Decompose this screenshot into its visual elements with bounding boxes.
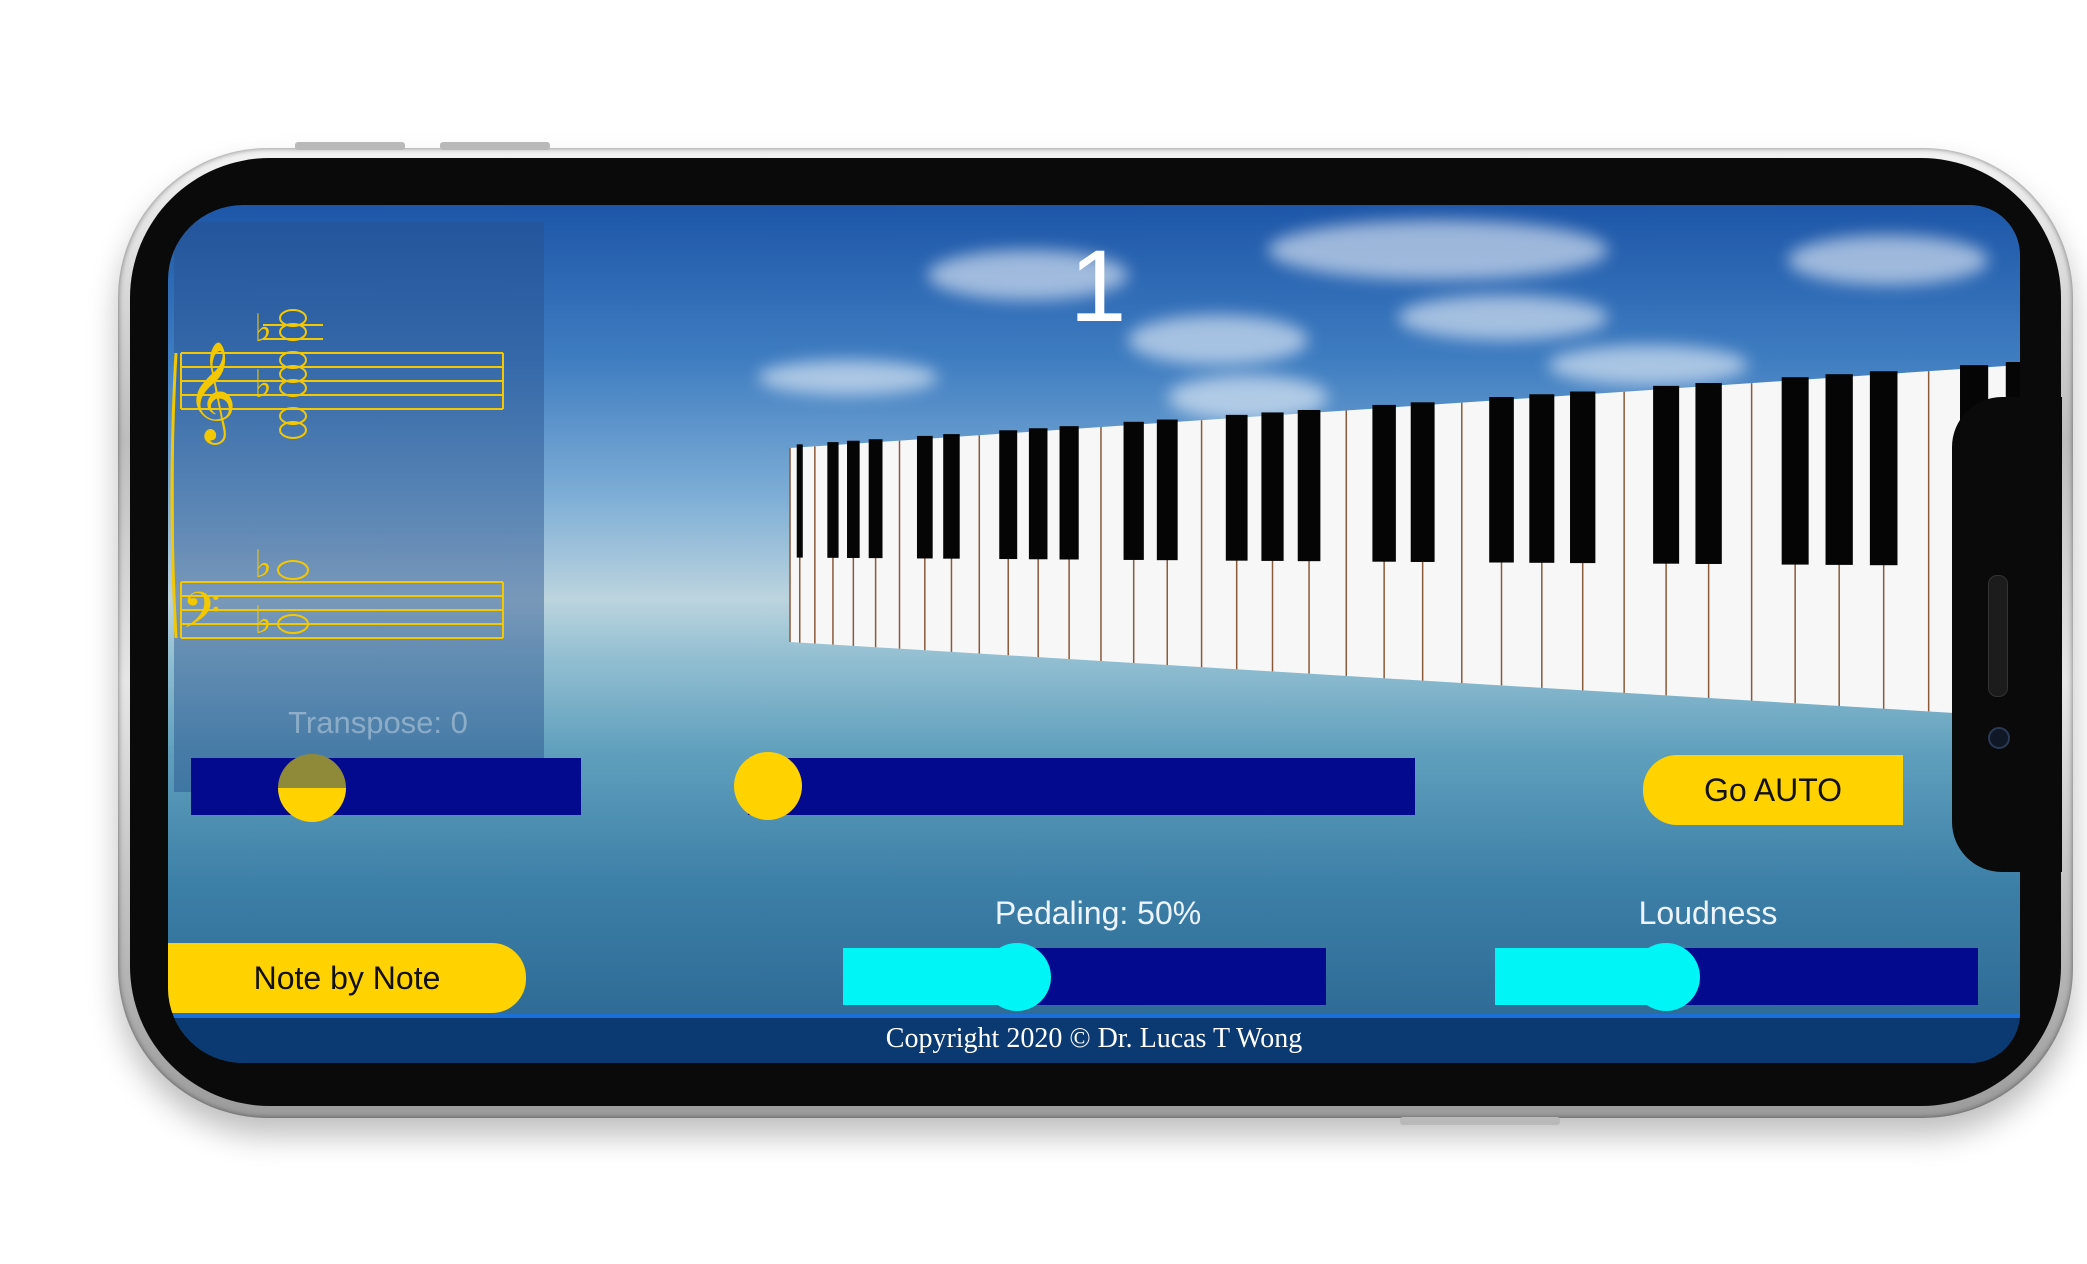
speaker-grille	[1988, 575, 2008, 697]
black-key[interactable]	[1869, 371, 1898, 566]
black-key[interactable]	[868, 439, 883, 559]
black-key[interactable]	[916, 435, 933, 559]
black-key[interactable]	[1529, 394, 1555, 563]
black-key[interactable]	[1825, 374, 1853, 565]
copyright-footer: Copyright 2020 © Dr. Lucas T Wong	[168, 1014, 2020, 1063]
black-key[interactable]	[1489, 396, 1514, 563]
loudness-slider[interactable]	[1495, 948, 1978, 1005]
black-key[interactable]	[1372, 404, 1396, 562]
black-key[interactable]	[1225, 414, 1248, 561]
black-key[interactable]	[1123, 421, 1144, 560]
black-key[interactable]	[1261, 412, 1284, 561]
pedaling-slider[interactable]	[843, 948, 1326, 1005]
black-key[interactable]	[1028, 428, 1048, 560]
piano-keyboard[interactable]	[168, 205, 2020, 1063]
black-key[interactable]	[1297, 409, 1321, 562]
black-key[interactable]	[999, 430, 1018, 560]
loudness-slider-thumb[interactable]	[1631, 943, 1700, 1011]
pedaling-slider-thumb[interactable]	[982, 943, 1051, 1011]
front-camera	[1988, 727, 2010, 749]
volume-button	[440, 142, 550, 150]
black-key[interactable]	[1653, 385, 1680, 564]
black-key[interactable]	[1156, 419, 1178, 561]
go-auto-label: Go AUTO	[1703, 771, 1843, 808]
transpose-slider[interactable]	[191, 758, 581, 815]
progress-slider[interactable]	[748, 758, 1415, 815]
black-key[interactable]	[1695, 383, 1722, 564]
copyright-text: Copyright 2020 © Dr. Lucas T Wong	[885, 1023, 1303, 1054]
loudness-label: Loudness	[1638, 895, 1778, 931]
black-key[interactable]	[1781, 377, 1809, 565]
transpose-label: Transpose: 0	[288, 705, 468, 740]
power-button	[1400, 1117, 1560, 1125]
black-key[interactable]	[1570, 391, 1596, 564]
black-key[interactable]	[827, 442, 839, 558]
black-key[interactable]	[796, 444, 803, 558]
note-by-note-label: Note by Note	[253, 959, 441, 996]
black-key[interactable]	[943, 434, 960, 559]
transpose-slider-thumb[interactable]	[277, 754, 346, 822]
volume-button	[295, 142, 405, 150]
black-key[interactable]	[1410, 402, 1435, 562]
note-by-note-button[interactable]: Note by Note	[168, 943, 526, 1013]
black-key[interactable]	[847, 440, 860, 558]
progress-slider-thumb[interactable]	[734, 752, 802, 820]
black-key[interactable]	[1059, 426, 1079, 560]
pedaling-label: Pedaling: 50%	[994, 895, 1202, 931]
app-screen: 𝄞 𝄢 ♭ ♭ ♭ ♭ 1 Transpose: 0 Go AUTO Note …	[168, 205, 2020, 1063]
go-auto-button[interactable]: Go AUTO	[1643, 755, 1903, 825]
